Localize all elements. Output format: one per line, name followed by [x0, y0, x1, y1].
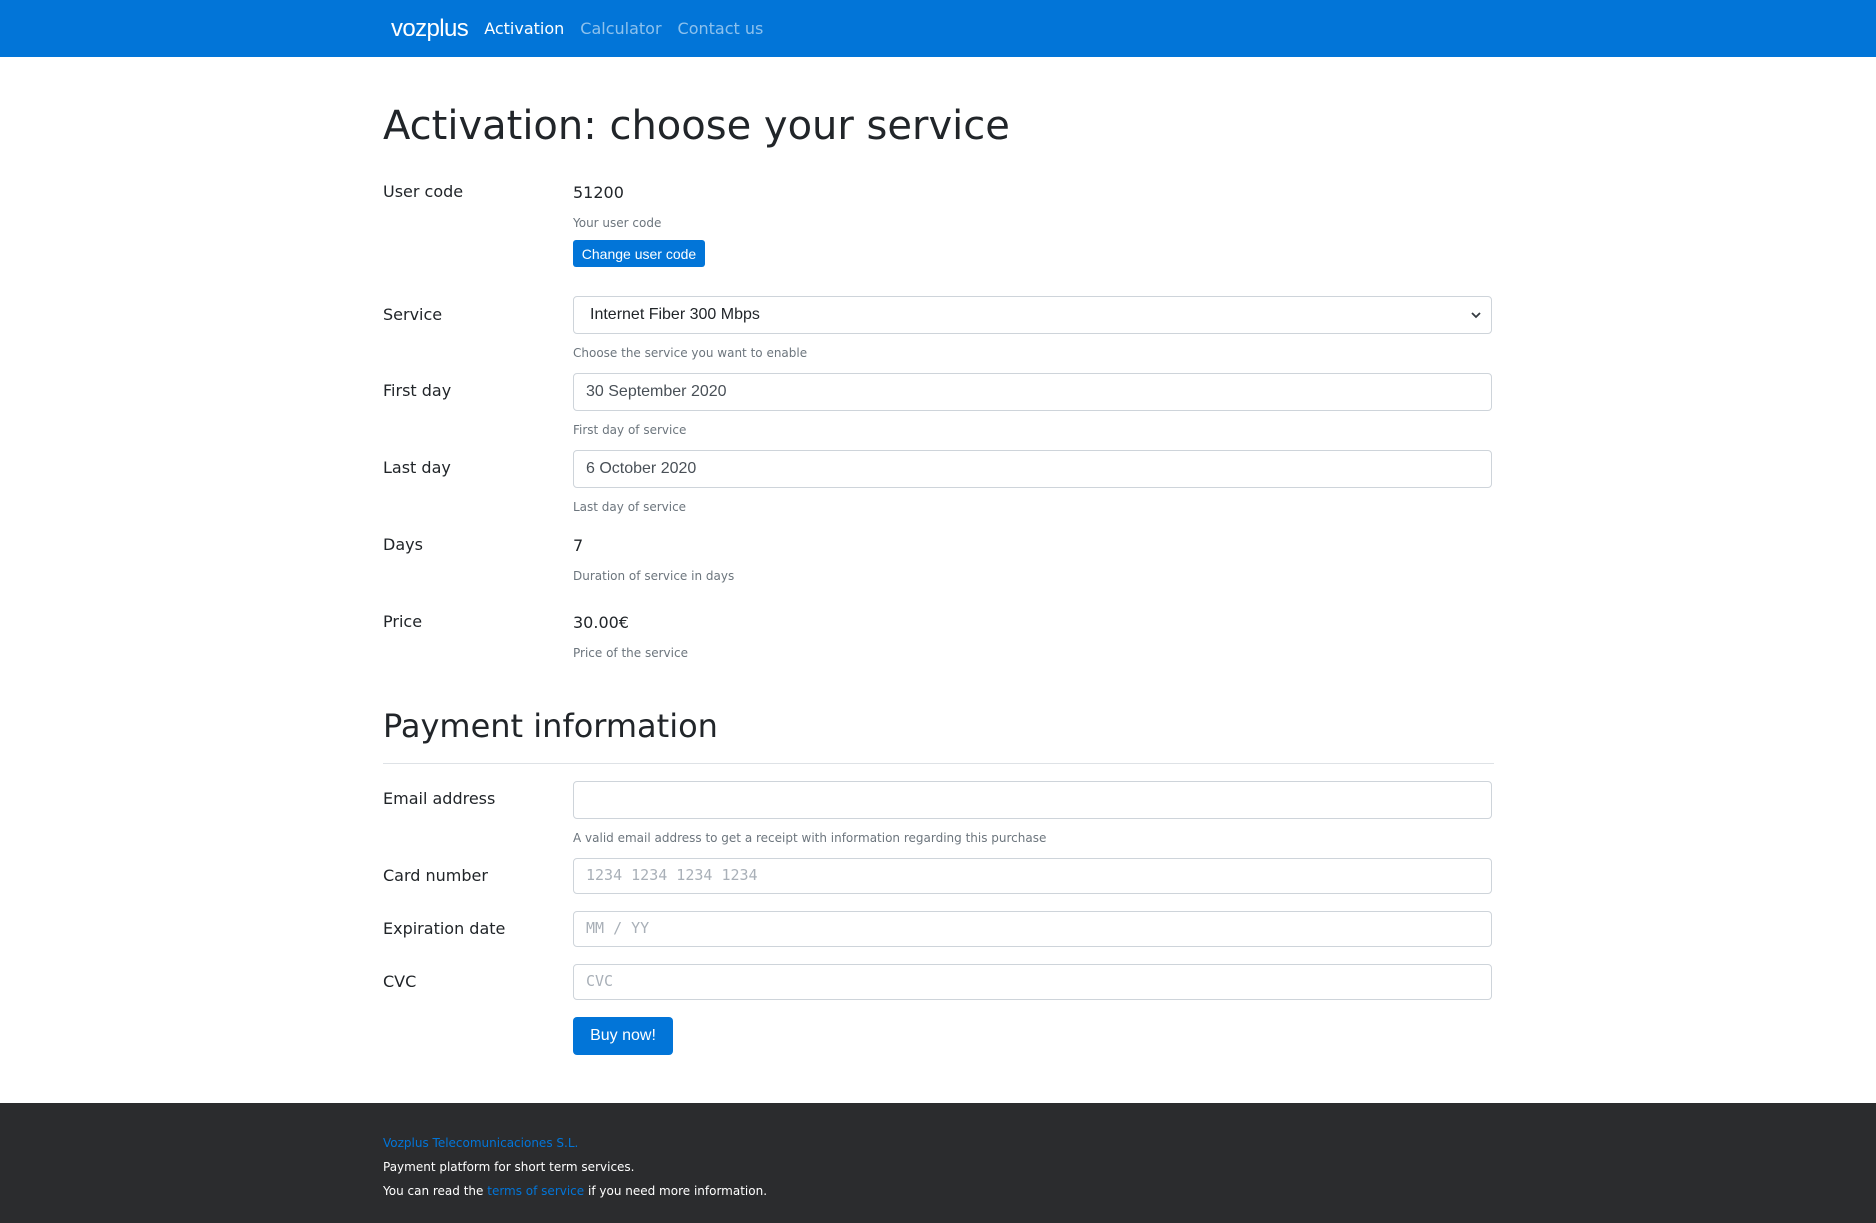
user-code-label: User code [383, 182, 464, 201]
footer-tagline: Payment platform for short term services… [383, 1160, 635, 1174]
section-divider [383, 763, 1494, 764]
buy-now-button[interactable]: Buy now! [573, 1017, 673, 1055]
days-help: Duration of service in days [573, 569, 735, 583]
card-number-label: Card number [383, 866, 488, 885]
first-day-input[interactable] [573, 373, 1492, 411]
cvc-input[interactable] [573, 964, 1492, 1000]
days-label: Days [383, 535, 423, 554]
last-day-label: Last day [383, 458, 451, 477]
payment-section-title: Payment information [383, 707, 718, 745]
nav-link-calculator[interactable]: Calculator [580, 19, 661, 38]
footer: Vozplus Telecomunicaciones S.L. Payment … [0, 1103, 1876, 1223]
email-help: A valid email address to get a receipt w… [573, 831, 1047, 845]
user-code-value: 51200 [573, 183, 624, 202]
service-select[interactable]: Internet Fiber 300 Mbps [573, 296, 1492, 334]
nav-link-contact-us[interactable]: Contact us [678, 19, 764, 38]
expiration-input[interactable] [573, 911, 1492, 947]
footer-company-link[interactable]: Vozplus Telecomunicaciones S.L. [383, 1136, 578, 1150]
service-label: Service [383, 305, 443, 324]
service-help: Choose the service you want to enable [573, 346, 808, 360]
card-number-input[interactable] [573, 858, 1492, 894]
user-code-help: Your user code [573, 216, 662, 230]
top-navbar: vozplus Activation Calculator Contact us [0, 0, 1876, 57]
page-title: Activation: choose your service [383, 103, 1010, 149]
first-day-label: First day [383, 381, 452, 400]
brand-logo[interactable]: vozplus [391, 15, 469, 43]
terms-of-service-link[interactable]: terms of service [487, 1184, 584, 1198]
footer-tos-suffix: if you need more information. [588, 1184, 768, 1198]
change-user-code-button[interactable]: Change user code [573, 240, 705, 267]
footer-company-line: Vozplus Telecomunicaciones S.L. [383, 1131, 767, 1155]
email-label: Email address [383, 789, 496, 808]
footer-tos-prefix: You can read the [383, 1184, 484, 1198]
days-value: 7 [573, 536, 584, 555]
email-input[interactable] [573, 781, 1492, 819]
price-help: Price of the service [573, 646, 688, 660]
expiration-label: Expiration date [383, 919, 506, 938]
price-value: 30.00€ [573, 613, 629, 632]
nav-link-activation[interactable]: Activation [484, 19, 564, 38]
navbar-inner: vozplus Activation Calculator Contact us [383, 0, 779, 57]
cvc-label: CVC [383, 972, 417, 991]
price-label: Price [383, 612, 423, 631]
last-day-help: Last day of service [573, 500, 687, 514]
chevron-down-icon [1471, 312, 1481, 319]
last-day-input[interactable] [573, 450, 1492, 488]
footer-inner: Vozplus Telecomunicaciones S.L. Payment … [383, 1131, 767, 1203]
footer-tos-line: You can read the terms of service if you… [383, 1179, 767, 1203]
service-select-value: Internet Fiber 300 Mbps [590, 306, 760, 323]
first-day-help: First day of service [573, 423, 687, 437]
